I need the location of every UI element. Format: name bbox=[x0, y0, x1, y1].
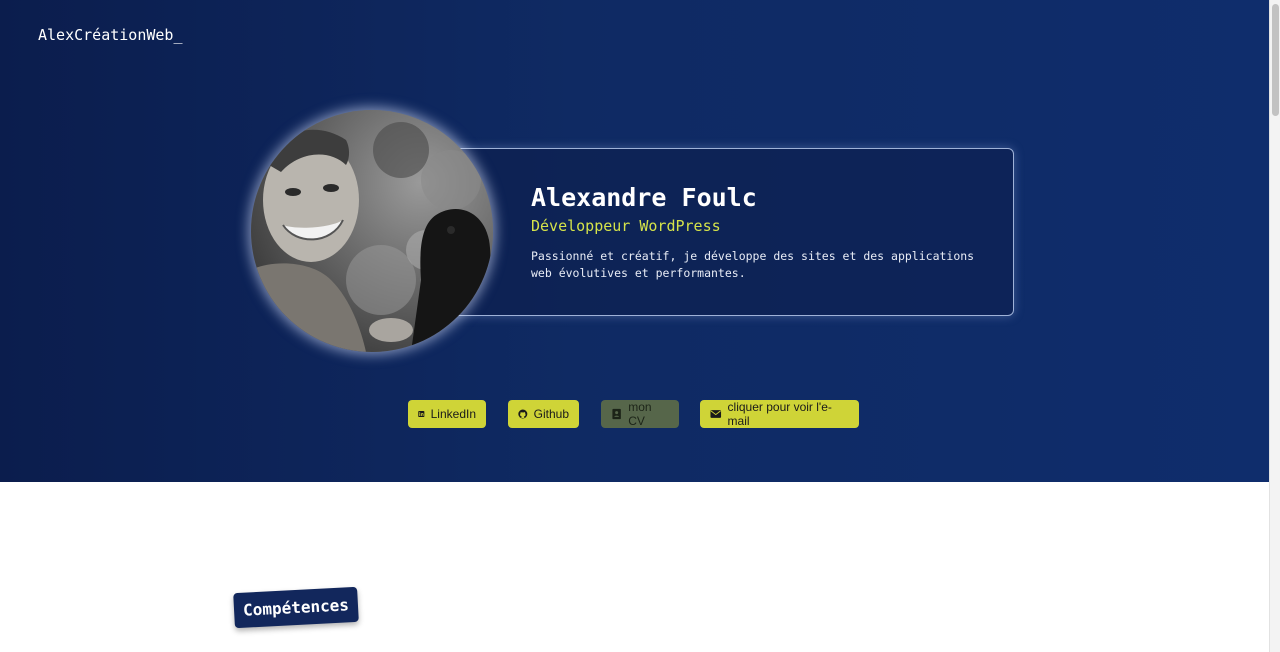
linkedin-icon bbox=[418, 410, 425, 418]
skills-section-title: Compétences bbox=[233, 586, 359, 629]
profile-photo bbox=[251, 110, 493, 352]
contact-card-icon bbox=[612, 408, 621, 420]
profile-role: Développeur WordPress bbox=[531, 217, 721, 235]
cv-label: mon CV bbox=[628, 400, 652, 428]
github-button[interactable]: Github bbox=[508, 400, 579, 428]
site-logo[interactable]: AlexCréationWeb_ bbox=[38, 26, 183, 44]
profile-name: Alexandre Foulc bbox=[531, 183, 757, 212]
profile-description: Passionné et créatif, je développe des s… bbox=[531, 249, 975, 280]
github-icon bbox=[518, 409, 528, 419]
profile-card: Alexandre Foulc Développeur WordPress Pa… bbox=[440, 148, 1014, 316]
page-scrollbar[interactable] bbox=[1269, 0, 1280, 652]
scrollbar-thumb[interactable] bbox=[1272, 4, 1279, 116]
github-label: Github bbox=[533, 407, 569, 421]
linkedin-label: LinkedIn bbox=[430, 407, 476, 421]
cv-button[interactable]: mon CV bbox=[601, 400, 679, 428]
email-button[interactable]: cliquer pour voir l'e-mail bbox=[700, 400, 859, 428]
email-label: cliquer pour voir l'e-mail bbox=[727, 400, 832, 428]
profile-photo-image bbox=[251, 110, 493, 352]
envelope-icon bbox=[710, 410, 722, 418]
action-buttons: LinkedIn Github mon CV cliquer pour voir… bbox=[0, 400, 1269, 428]
hero-section: AlexCréationWeb_ Alexandre Foulc Dévelop… bbox=[0, 0, 1269, 482]
linkedin-button[interactable]: LinkedIn bbox=[408, 400, 486, 428]
